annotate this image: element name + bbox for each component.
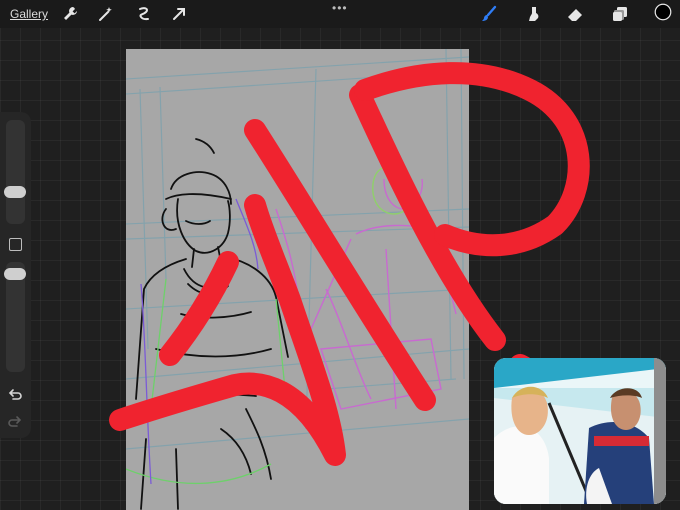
magic-wand-icon[interactable] (96, 5, 114, 23)
gallery-button[interactable]: Gallery (10, 7, 48, 21)
smudge-icon[interactable] (524, 5, 542, 23)
modify-button-square-icon[interactable] (9, 238, 22, 251)
undo-icon[interactable] (7, 387, 23, 401)
more-options-icon[interactable]: ••• (332, 1, 348, 15)
opacity-slider-thumb[interactable] (4, 268, 26, 280)
redo-icon[interactable] (7, 414, 23, 428)
eraser-icon[interactable] (566, 5, 584, 23)
top-toolbar: Gallery ••• (0, 0, 680, 28)
brush-size-slider[interactable] (4, 120, 26, 224)
layers-icon[interactable] (611, 5, 629, 23)
brush-size-slider-thumb[interactable] (4, 186, 26, 198)
reference-image-window[interactable] (494, 358, 666, 504)
drawing-canvas[interactable] (126, 49, 469, 510)
opacity-slider[interactable] (4, 262, 26, 372)
color-swatch[interactable] (654, 3, 676, 25)
sketch-artwork (126, 49, 469, 510)
brush-icon[interactable] (480, 5, 498, 23)
wrench-icon[interactable] (61, 5, 79, 23)
selection-icon[interactable] (135, 5, 153, 23)
reference-photo (494, 358, 666, 504)
left-sidebar (0, 112, 31, 438)
transform-arrow-icon[interactable] (170, 5, 188, 23)
